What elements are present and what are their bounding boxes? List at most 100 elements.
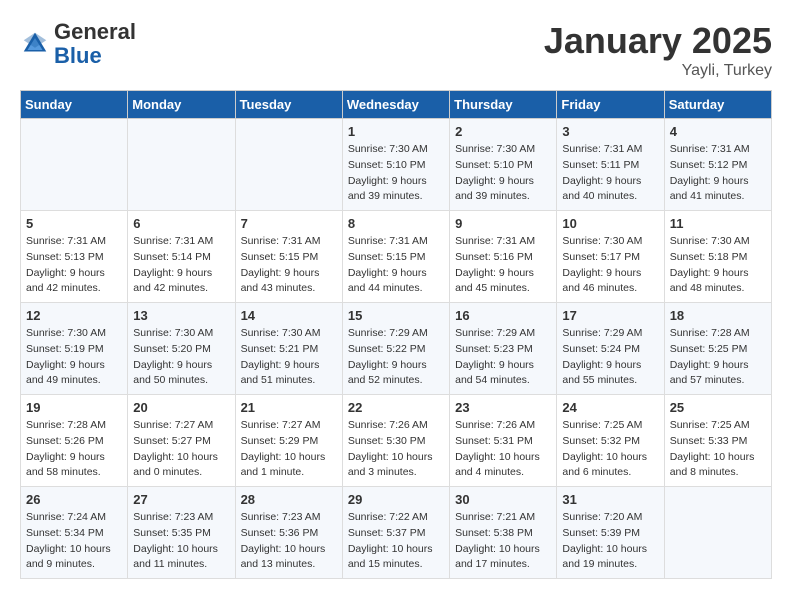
day-info: Sunrise: 7:23 AM Sunset: 5:36 PM Dayligh… bbox=[241, 510, 337, 573]
calendar-week-row: 1 Sunrise: 7:30 AM Sunset: 5:10 PM Daylig… bbox=[21, 119, 772, 211]
day-number: 14 bbox=[241, 308, 337, 323]
weekday-header: Thursday bbox=[450, 91, 557, 119]
day-number: 28 bbox=[241, 492, 337, 507]
day-info: Sunrise: 7:25 AM Sunset: 5:33 PM Dayligh… bbox=[670, 418, 766, 481]
calendar-week-row: 26Sunrise: 7:24 AM Sunset: 5:34 PM Dayli… bbox=[21, 487, 772, 579]
calendar-day-cell: 24 Sunrise: 7:25 AM Sunset: 5:32 PM Dayli… bbox=[557, 395, 664, 487]
calendar-day-cell: 22 Sunrise: 7:26 AM Sunset: 5:30 PM Dayli… bbox=[342, 395, 449, 487]
day-number: 4 bbox=[670, 124, 766, 139]
weekday-header: Wednesday bbox=[342, 91, 449, 119]
day-number: 25 bbox=[670, 400, 766, 415]
day-number: 5 bbox=[26, 216, 122, 231]
logo-icon bbox=[20, 29, 50, 59]
logo-general-text: General bbox=[54, 19, 136, 44]
day-info: Sunrise: 7:24 AM Sunset: 5:34 PM Dayligh… bbox=[26, 510, 122, 573]
day-info: Sunrise: 7:23 AM Sunset: 5:35 PM Dayligh… bbox=[133, 510, 229, 573]
day-number: 21 bbox=[241, 400, 337, 415]
day-number: 18 bbox=[670, 308, 766, 323]
day-info: Sunrise: 7:30 AM Sunset: 5:18 PM Dayligh… bbox=[670, 234, 766, 297]
day-info: Sunrise: 7:29 AM Sunset: 5:23 PM Dayligh… bbox=[455, 326, 551, 389]
logo: General Blue bbox=[20, 20, 136, 68]
calendar-day-cell: 11Sunrise: 7:30 AM Sunset: 5:18 PM Dayli… bbox=[664, 211, 771, 303]
day-info: Sunrise: 7:28 AM Sunset: 5:26 PM Dayligh… bbox=[26, 418, 122, 481]
day-info: Sunrise: 7:28 AM Sunset: 5:25 PM Dayligh… bbox=[670, 326, 766, 389]
calendar-day-cell: 12 Sunrise: 7:30 AM Sunset: 5:19 PM Dayli… bbox=[21, 303, 128, 395]
day-number: 19 bbox=[26, 400, 122, 415]
calendar-day-cell: 5 Sunrise: 7:31 AM Sunset: 5:13 PM Daylig… bbox=[21, 211, 128, 303]
day-number: 6 bbox=[133, 216, 229, 231]
day-number: 31 bbox=[562, 492, 658, 507]
day-number: 27 bbox=[133, 492, 229, 507]
day-info: Sunrise: 7:31 AM Sunset: 5:14 PM Dayligh… bbox=[133, 234, 229, 297]
day-info: Sunrise: 7:31 AM Sunset: 5:12 PM Dayligh… bbox=[670, 142, 766, 205]
day-number: 10 bbox=[562, 216, 658, 231]
day-number: 16 bbox=[455, 308, 551, 323]
calendar-day-cell: 27 Sunrise: 7:23 AM Sunset: 5:35 PM Dayli… bbox=[128, 487, 235, 579]
calendar-day-cell: 7Sunrise: 7:31 AM Sunset: 5:15 PM Daylig… bbox=[235, 211, 342, 303]
calendar-week-row: 12 Sunrise: 7:30 AM Sunset: 5:19 PM Dayli… bbox=[21, 303, 772, 395]
day-info: Sunrise: 7:30 AM Sunset: 5:17 PM Dayligh… bbox=[562, 234, 658, 297]
calendar-week-row: 5 Sunrise: 7:31 AM Sunset: 5:13 PM Daylig… bbox=[21, 211, 772, 303]
calendar-day-cell bbox=[235, 119, 342, 211]
calendar-day-cell: 13Sunrise: 7:30 AM Sunset: 5:20 PM Dayli… bbox=[128, 303, 235, 395]
page-header: General Blue January 2025 Yayli, Turkey bbox=[20, 20, 772, 80]
calendar-day-cell: 16 Sunrise: 7:29 AM Sunset: 5:23 PM Dayli… bbox=[450, 303, 557, 395]
day-info: Sunrise: 7:30 AM Sunset: 5:19 PM Dayligh… bbox=[26, 326, 122, 389]
calendar-day-cell: 20 Sunrise: 7:27 AM Sunset: 5:27 PM Dayli… bbox=[128, 395, 235, 487]
day-number: 3 bbox=[562, 124, 658, 139]
day-info: Sunrise: 7:25 AM Sunset: 5:32 PM Dayligh… bbox=[562, 418, 658, 481]
day-number: 1 bbox=[348, 124, 444, 139]
day-number: 22 bbox=[348, 400, 444, 415]
day-info: Sunrise: 7:30 AM Sunset: 5:10 PM Dayligh… bbox=[348, 142, 444, 205]
weekday-header: Monday bbox=[128, 91, 235, 119]
day-info: Sunrise: 7:30 AM Sunset: 5:10 PM Dayligh… bbox=[455, 142, 551, 205]
day-info: Sunrise: 7:31 AM Sunset: 5:13 PM Dayligh… bbox=[26, 234, 122, 297]
calendar-day-cell: 28 Sunrise: 7:23 AM Sunset: 5:36 PM Dayli… bbox=[235, 487, 342, 579]
calendar-day-cell: 18 Sunrise: 7:28 AM Sunset: 5:25 PM Dayli… bbox=[664, 303, 771, 395]
calendar-day-cell: 31 Sunrise: 7:20 AM Sunset: 5:39 PM Dayli… bbox=[557, 487, 664, 579]
day-number: 12 bbox=[26, 308, 122, 323]
calendar-day-cell: 30 Sunrise: 7:21 AM Sunset: 5:38 PM Dayli… bbox=[450, 487, 557, 579]
day-number: 29 bbox=[348, 492, 444, 507]
weekday-header: Sunday bbox=[21, 91, 128, 119]
day-info: Sunrise: 7:20 AM Sunset: 5:39 PM Dayligh… bbox=[562, 510, 658, 573]
day-number: 17 bbox=[562, 308, 658, 323]
calendar-day-cell: 15Sunrise: 7:29 AM Sunset: 5:22 PM Dayli… bbox=[342, 303, 449, 395]
calendar-table: SundayMondayTuesdayWednesdayThursdayFrid… bbox=[20, 90, 772, 579]
calendar-day-cell: 17 Sunrise: 7:29 AM Sunset: 5:24 PM Dayli… bbox=[557, 303, 664, 395]
day-info: Sunrise: 7:26 AM Sunset: 5:30 PM Dayligh… bbox=[348, 418, 444, 481]
day-info: Sunrise: 7:30 AM Sunset: 5:20 PM Dayligh… bbox=[133, 326, 229, 389]
day-info: Sunrise: 7:26 AM Sunset: 5:31 PM Dayligh… bbox=[455, 418, 551, 481]
calendar-day-cell bbox=[664, 487, 771, 579]
day-info: Sunrise: 7:22 AM Sunset: 5:37 PM Dayligh… bbox=[348, 510, 444, 573]
calendar-day-cell: 19 Sunrise: 7:28 AM Sunset: 5:26 PM Dayli… bbox=[21, 395, 128, 487]
calendar-day-cell bbox=[128, 119, 235, 211]
day-info: Sunrise: 7:31 AM Sunset: 5:15 PM Dayligh… bbox=[348, 234, 444, 297]
calendar-day-cell: 3 Sunrise: 7:31 AM Sunset: 5:11 PM Daylig… bbox=[557, 119, 664, 211]
day-info: Sunrise: 7:31 AM Sunset: 5:11 PM Dayligh… bbox=[562, 142, 658, 205]
calendar-day-cell: 9 Sunrise: 7:31 AM Sunset: 5:16 PM Daylig… bbox=[450, 211, 557, 303]
calendar-day-cell: 10 Sunrise: 7:30 AM Sunset: 5:17 PM Dayli… bbox=[557, 211, 664, 303]
day-info: Sunrise: 7:30 AM Sunset: 5:21 PM Dayligh… bbox=[241, 326, 337, 389]
calendar-day-cell: 23 Sunrise: 7:26 AM Sunset: 5:31 PM Dayli… bbox=[450, 395, 557, 487]
calendar-week-row: 19 Sunrise: 7:28 AM Sunset: 5:26 PM Dayli… bbox=[21, 395, 772, 487]
day-info: Sunrise: 7:21 AM Sunset: 5:38 PM Dayligh… bbox=[455, 510, 551, 573]
weekday-header: Tuesday bbox=[235, 91, 342, 119]
day-info: Sunrise: 7:29 AM Sunset: 5:22 PM Dayligh… bbox=[348, 326, 444, 389]
day-number: 24 bbox=[562, 400, 658, 415]
calendar-day-cell: 4 Sunrise: 7:31 AM Sunset: 5:12 PM Daylig… bbox=[664, 119, 771, 211]
weekday-header: Saturday bbox=[664, 91, 771, 119]
day-info: Sunrise: 7:27 AM Sunset: 5:29 PM Dayligh… bbox=[241, 418, 337, 481]
day-number: 23 bbox=[455, 400, 551, 415]
day-info: Sunrise: 7:31 AM Sunset: 5:16 PM Dayligh… bbox=[455, 234, 551, 297]
weekday-header-row: SundayMondayTuesdayWednesdayThursdayFrid… bbox=[21, 91, 772, 119]
calendar-day-cell: 29 Sunrise: 7:22 AM Sunset: 5:37 PM Dayli… bbox=[342, 487, 449, 579]
day-info: Sunrise: 7:29 AM Sunset: 5:24 PM Dayligh… bbox=[562, 326, 658, 389]
day-number: 2 bbox=[455, 124, 551, 139]
month-title: January 2025 bbox=[544, 20, 772, 62]
calendar-day-cell: 25 Sunrise: 7:25 AM Sunset: 5:33 PM Dayli… bbox=[664, 395, 771, 487]
day-info: Sunrise: 7:27 AM Sunset: 5:27 PM Dayligh… bbox=[133, 418, 229, 481]
day-number: 9 bbox=[455, 216, 551, 231]
day-number: 30 bbox=[455, 492, 551, 507]
day-number: 20 bbox=[133, 400, 229, 415]
